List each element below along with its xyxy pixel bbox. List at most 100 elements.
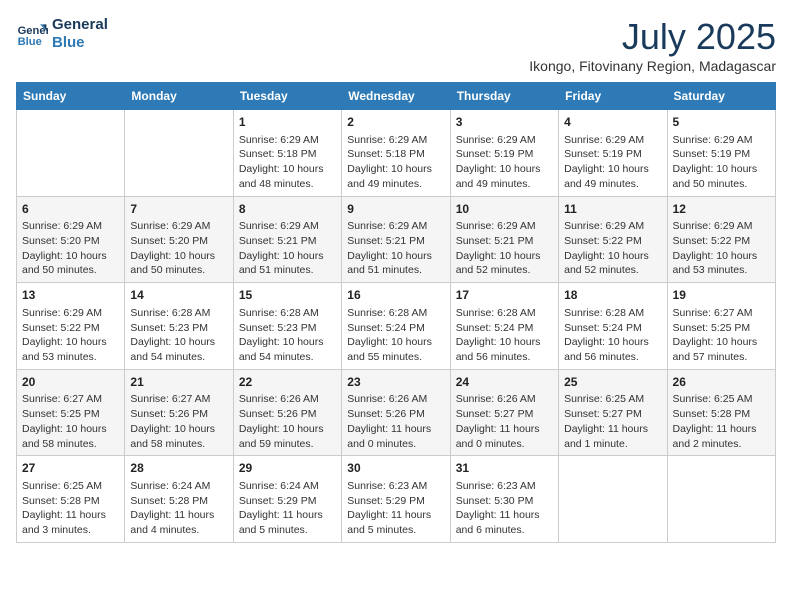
calendar-cell: 6Sunrise: 6:29 AM Sunset: 5:20 PM Daylig… (17, 196, 125, 283)
svg-text:Blue: Blue (18, 36, 42, 48)
day-number: 21 (130, 374, 227, 391)
day-info: Sunrise: 6:28 AM Sunset: 5:24 PM Dayligh… (564, 306, 661, 365)
day-info: Sunrise: 6:29 AM Sunset: 5:18 PM Dayligh… (347, 133, 444, 192)
calendar-cell: 15 Sunrise: 6:28 AM Sunset: 5:23 PM Dayli… (233, 283, 341, 370)
calendar-cell: 12Sunrise: 6:29 AM Sunset: 5:22 PM Dayli… (667, 196, 775, 283)
day-number: 9 (347, 201, 444, 218)
calendar-cell: 23Sunrise: 6:26 AM Sunset: 5:26 PM Dayli… (342, 369, 450, 456)
day-number: 13 (22, 287, 119, 304)
day-number: 8 (239, 201, 336, 218)
day-info: Sunrise: 6:29 AM Sunset: 5:22 PM Dayligh… (564, 219, 661, 278)
calendar-cell: 9Sunrise: 6:29 AM Sunset: 5:21 PM Daylig… (342, 196, 450, 283)
calendar-cell: 31Sunrise: 6:23 AM Sunset: 5:30 PM Dayli… (450, 456, 558, 543)
day-info: Sunrise: 6:29 AM Sunset: 5:22 PM Dayligh… (22, 306, 119, 365)
location-subtitle: Ikongo, Fitovinany Region, Madagascar (529, 58, 776, 74)
day-info: Sunrise: 6:24 AM Sunset: 5:29 PM Dayligh… (239, 479, 336, 538)
day-number: 17 (456, 287, 553, 304)
calendar-cell: 11Sunrise: 6:29 AM Sunset: 5:22 PM Dayli… (559, 196, 667, 283)
calendar-week-row: 1 Sunrise: 6:29 AM Sunset: 5:18 PM Daylig… (17, 110, 776, 197)
calendar-cell: 21Sunrise: 6:27 AM Sunset: 5:26 PM Dayli… (125, 369, 233, 456)
day-number: 23 (347, 374, 444, 391)
day-number: 30 (347, 460, 444, 477)
calendar-cell: 28 Sunrise: 6:24 AM Sunset: 5:28 PM Dayli… (125, 456, 233, 543)
day-header-monday: Monday (125, 83, 233, 110)
day-info: Sunrise: 6:29 AM Sunset: 5:20 PM Dayligh… (130, 219, 227, 278)
day-info: Sunrise: 6:29 AM Sunset: 5:19 PM Dayligh… (673, 133, 770, 192)
calendar-cell: 19 Sunrise: 6:27 AM Sunset: 5:25 PM Dayli… (667, 283, 775, 370)
day-info: Sunrise: 6:28 AM Sunset: 5:24 PM Dayligh… (347, 306, 444, 365)
day-info: Sunrise: 6:24 AM Sunset: 5:28 PM Dayligh… (130, 479, 227, 538)
day-info: Sunrise: 6:26 AM Sunset: 5:27 PM Dayligh… (456, 392, 553, 451)
day-header-friday: Friday (559, 83, 667, 110)
day-info: Sunrise: 6:27 AM Sunset: 5:26 PM Dayligh… (130, 392, 227, 451)
calendar-cell: 2 Sunrise: 6:29 AM Sunset: 5:18 PM Daylig… (342, 110, 450, 197)
calendar-cell: 8Sunrise: 6:29 AM Sunset: 5:21 PM Daylig… (233, 196, 341, 283)
day-number: 19 (673, 287, 770, 304)
day-number: 18 (564, 287, 661, 304)
day-number: 3 (456, 114, 553, 131)
calendar-cell: 24Sunrise: 6:26 AM Sunset: 5:27 PM Dayli… (450, 369, 558, 456)
day-info: Sunrise: 6:29 AM Sunset: 5:20 PM Dayligh… (22, 219, 119, 278)
day-number: 11 (564, 201, 661, 218)
calendar-week-row: 6Sunrise: 6:29 AM Sunset: 5:20 PM Daylig… (17, 196, 776, 283)
day-info: Sunrise: 6:28 AM Sunset: 5:23 PM Dayligh… (130, 306, 227, 365)
day-header-tuesday: Tuesday (233, 83, 341, 110)
day-info: Sunrise: 6:29 AM Sunset: 5:19 PM Dayligh… (564, 133, 661, 192)
day-header-thursday: Thursday (450, 83, 558, 110)
calendar-cell: 4Sunrise: 6:29 AM Sunset: 5:19 PM Daylig… (559, 110, 667, 197)
day-info: Sunrise: 6:27 AM Sunset: 5:25 PM Dayligh… (673, 306, 770, 365)
calendar-cell (125, 110, 233, 197)
day-header-saturday: Saturday (667, 83, 775, 110)
calendar-header-row: SundayMondayTuesdayWednesdayThursdayFrid… (17, 83, 776, 110)
day-info: Sunrise: 6:29 AM Sunset: 5:18 PM Dayligh… (239, 133, 336, 192)
calendar-week-row: 27Sunrise: 6:25 AM Sunset: 5:28 PM Dayli… (17, 456, 776, 543)
calendar-week-row: 13 Sunrise: 6:29 AM Sunset: 5:22 PM Dayli… (17, 283, 776, 370)
day-number: 6 (22, 201, 119, 218)
day-info: Sunrise: 6:29 AM Sunset: 5:19 PM Dayligh… (456, 133, 553, 192)
day-number: 20 (22, 374, 119, 391)
day-info: Sunrise: 6:26 AM Sunset: 5:26 PM Dayligh… (347, 392, 444, 451)
calendar-cell: 10Sunrise: 6:29 AM Sunset: 5:21 PM Dayli… (450, 196, 558, 283)
day-number: 14 (130, 287, 227, 304)
day-info: Sunrise: 6:26 AM Sunset: 5:26 PM Dayligh… (239, 392, 336, 451)
day-info: Sunrise: 6:29 AM Sunset: 5:21 PM Dayligh… (456, 219, 553, 278)
calendar-cell: 30 Sunrise: 6:23 AM Sunset: 5:29 PM Dayli… (342, 456, 450, 543)
day-header-sunday: Sunday (17, 83, 125, 110)
calendar-cell: 16 Sunrise: 6:28 AM Sunset: 5:24 PM Dayli… (342, 283, 450, 370)
calendar-cell (559, 456, 667, 543)
day-header-wednesday: Wednesday (342, 83, 450, 110)
calendar-cell: 5 Sunrise: 6:29 AM Sunset: 5:19 PM Daylig… (667, 110, 775, 197)
day-info: Sunrise: 6:25 AM Sunset: 5:28 PM Dayligh… (673, 392, 770, 451)
logo: General Blue General Blue (16, 16, 108, 52)
day-info: Sunrise: 6:25 AM Sunset: 5:27 PM Dayligh… (564, 392, 661, 451)
calendar-cell: 17Sunrise: 6:28 AM Sunset: 5:24 PM Dayli… (450, 283, 558, 370)
logo-blue: Blue (52, 34, 108, 52)
day-number: 2 (347, 114, 444, 131)
day-info: Sunrise: 6:28 AM Sunset: 5:23 PM Dayligh… (239, 306, 336, 365)
day-number: 26 (673, 374, 770, 391)
day-info: Sunrise: 6:23 AM Sunset: 5:29 PM Dayligh… (347, 479, 444, 538)
day-number: 25 (564, 374, 661, 391)
day-number: 29 (239, 460, 336, 477)
calendar-cell: 27Sunrise: 6:25 AM Sunset: 5:28 PM Dayli… (17, 456, 125, 543)
day-info: Sunrise: 6:29 AM Sunset: 5:21 PM Dayligh… (347, 219, 444, 278)
day-number: 5 (673, 114, 770, 131)
day-number: 12 (673, 201, 770, 218)
day-number: 28 (130, 460, 227, 477)
calendar-cell: 14 Sunrise: 6:28 AM Sunset: 5:23 PM Dayli… (125, 283, 233, 370)
logo-icon: General Blue (16, 18, 48, 50)
month-title: July 2025 (529, 16, 776, 58)
calendar-cell: 25Sunrise: 6:25 AM Sunset: 5:27 PM Dayli… (559, 369, 667, 456)
day-number: 1 (239, 114, 336, 131)
page-header: General Blue General Blue July 2025 Ikon… (16, 16, 776, 74)
day-number: 31 (456, 460, 553, 477)
day-info: Sunrise: 6:25 AM Sunset: 5:28 PM Dayligh… (22, 479, 119, 538)
calendar-cell: 26Sunrise: 6:25 AM Sunset: 5:28 PM Dayli… (667, 369, 775, 456)
calendar-week-row: 20Sunrise: 6:27 AM Sunset: 5:25 PM Dayli… (17, 369, 776, 456)
logo-general: General (52, 16, 108, 34)
calendar-table: SundayMondayTuesdayWednesdayThursdayFrid… (16, 82, 776, 543)
calendar-cell (667, 456, 775, 543)
day-number: 16 (347, 287, 444, 304)
day-number: 15 (239, 287, 336, 304)
day-number: 24 (456, 374, 553, 391)
